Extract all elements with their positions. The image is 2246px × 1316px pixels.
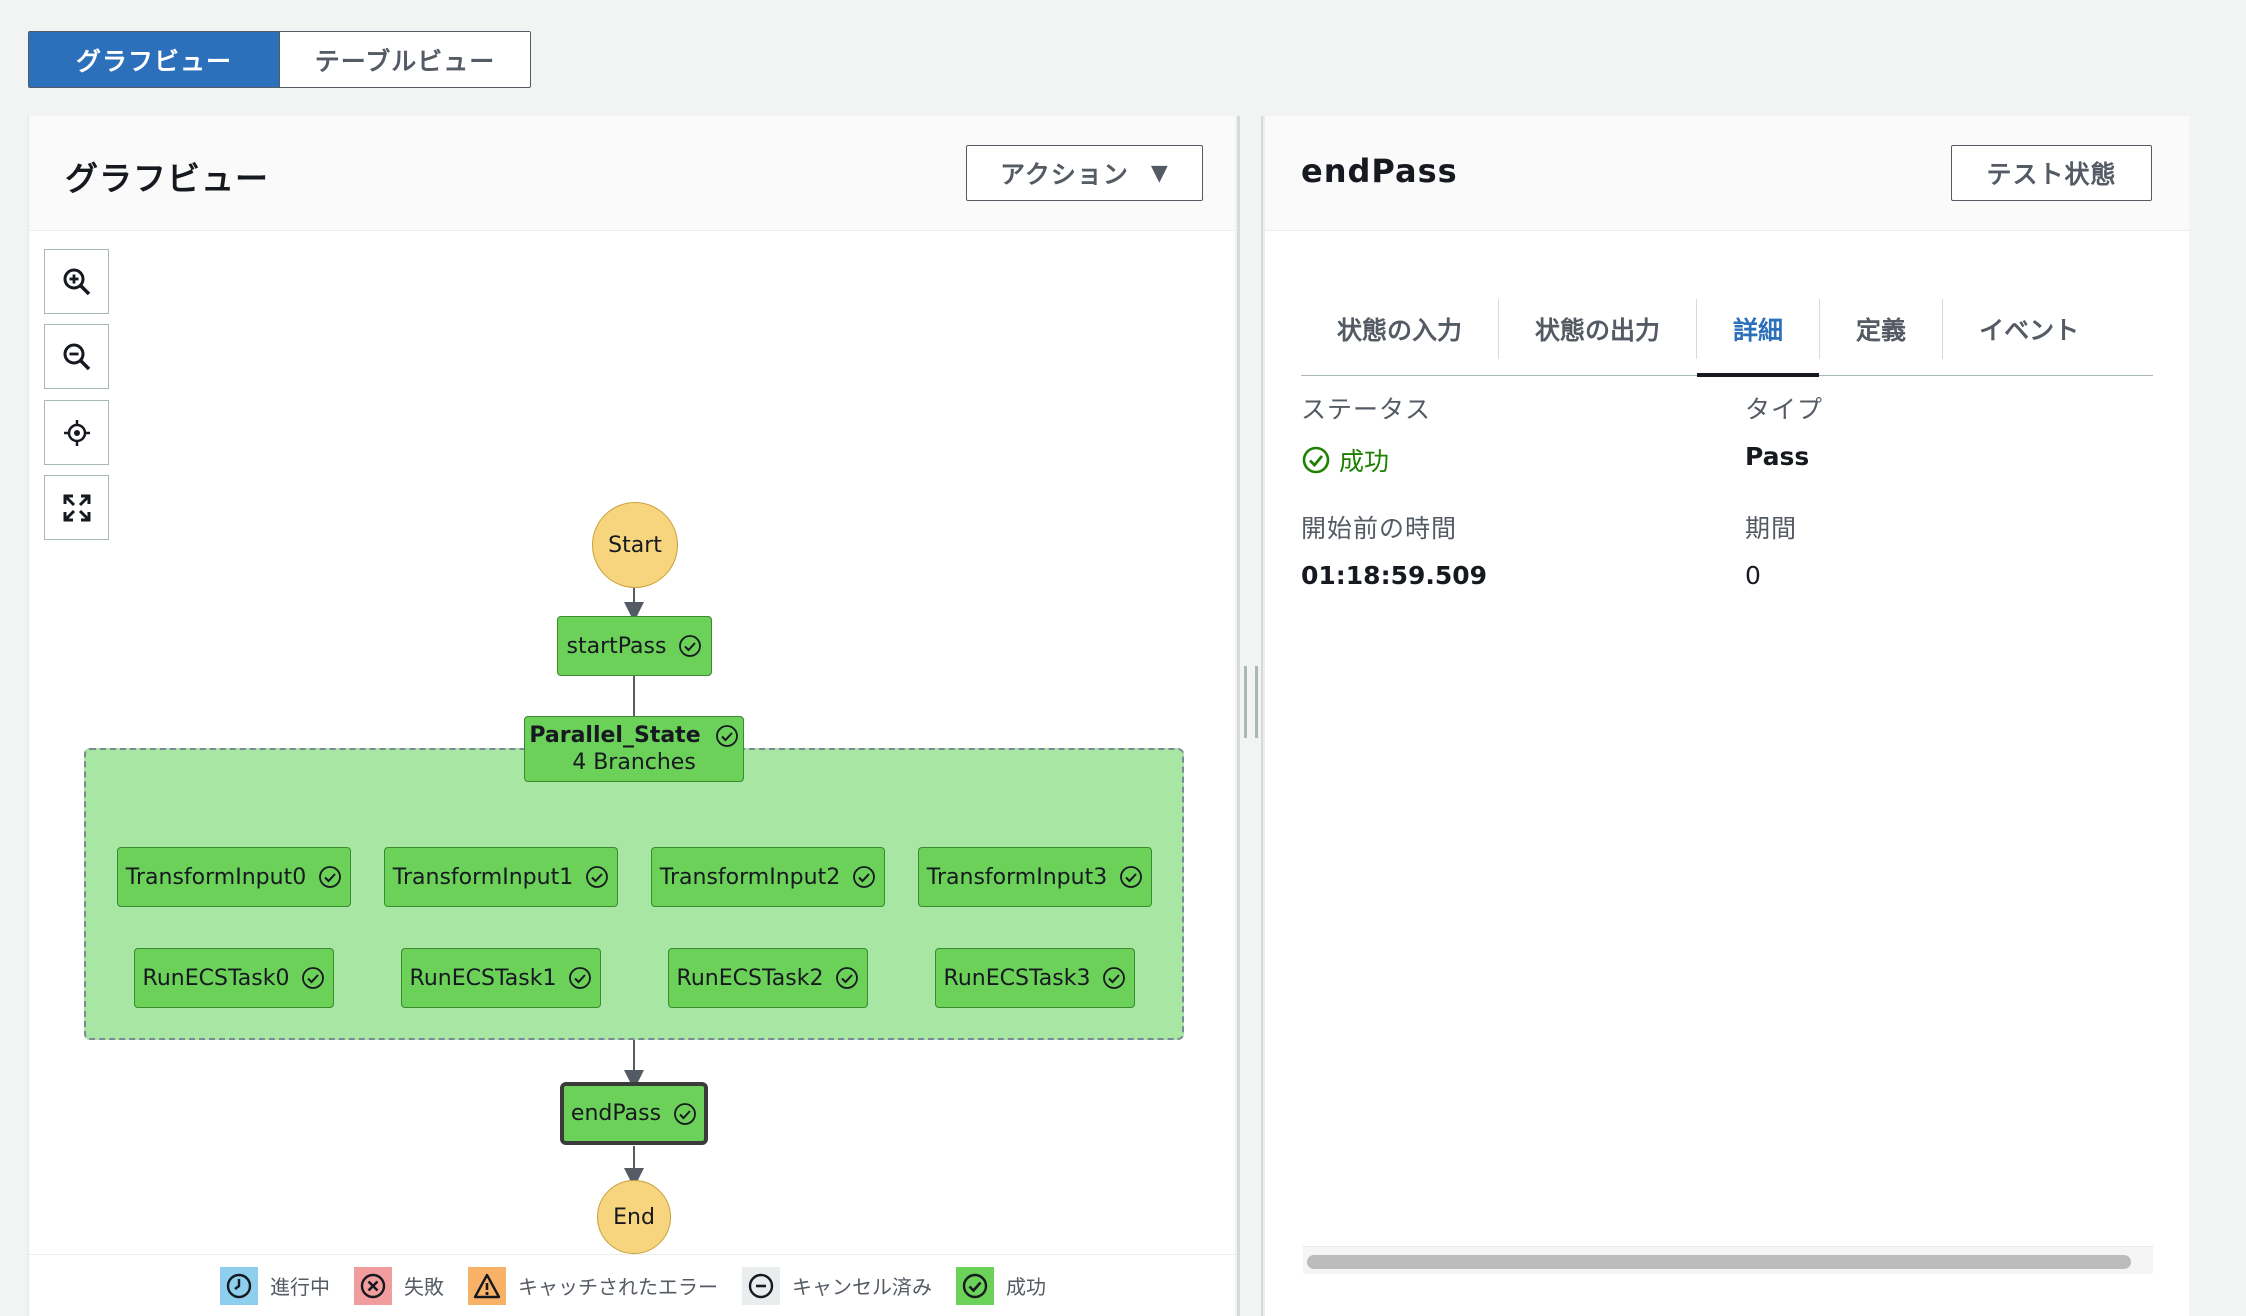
check-circle-icon [836, 967, 859, 989]
caret-down-icon: ▼ [1150, 160, 1169, 186]
parallel-name: Parallel_State [529, 723, 701, 748]
status-legend: 進行中 失敗 キャッチされたエラー キャンセル済み 成功 [29, 1254, 1237, 1316]
run-ecs-task-node[interactable]: RunECSTask2 [668, 948, 868, 1008]
run-ecs-task-node[interactable]: RunECSTask0 [134, 948, 334, 1008]
minus-circle-icon [742, 1266, 780, 1305]
node-label: TransformInput1 [392, 864, 574, 890]
tab-state-input[interactable]: 状態の入力 [1301, 298, 1500, 359]
transform-input-node[interactable]: TransformInput2 [651, 847, 885, 907]
tab-events[interactable]: イベント [1943, 299, 2115, 359]
warning-icon [468, 1266, 506, 1305]
details-tabs: 状態の入力 状態の出力 詳細 定義 イベント [1301, 282, 2153, 377]
check-circle-icon [679, 635, 702, 657]
type-label: タイプ [1745, 395, 1824, 424]
tab-state-output[interactable]: 状態の出力 [1499, 298, 1698, 359]
transform-input-node[interactable]: TransformInput3 [918, 847, 1152, 907]
status-value: 成功 [1301, 442, 1431, 478]
node-label: RunECSTask3 [943, 965, 1091, 991]
check-circle-icon [569, 967, 592, 989]
details-panel: endPass テスト状態 状態の入力 状態の出力 詳細 定義 イベント ステー… [1263, 116, 2189, 1316]
check-circle-icon [1103, 967, 1126, 989]
parallel-branches-count: 4 Branches [572, 750, 696, 775]
start-time-value: 01:18:59.509 [1301, 561, 1488, 590]
duration-value: 0 [1745, 561, 1761, 590]
legend-in-progress: 進行中 [220, 1266, 330, 1305]
check-circle-icon [319, 866, 342, 888]
run-ecs-task-node[interactable]: RunECSTask1 [401, 948, 601, 1008]
start-label: Start [608, 532, 662, 558]
start-pass-node[interactable]: startPass [557, 616, 712, 676]
legend-succeeded: 成功 [956, 1266, 1046, 1305]
node-label: TransformInput0 [125, 864, 307, 890]
status-field: ステータス 成功 [1301, 390, 1431, 478]
start-time-label: 開始前の時間 [1301, 514, 1458, 543]
check-circle-icon [715, 724, 738, 747]
view-toggle: グラフビュー テーブルビュー [28, 31, 531, 88]
node-label: endPass [570, 1101, 662, 1126]
check-circle-icon [302, 967, 325, 989]
test-state-button[interactable]: テスト状態 [1951, 145, 2152, 201]
type-value: Pass [1745, 442, 1810, 471]
legend-label: 進行中 [270, 1275, 330, 1299]
duration-label: 期間 [1745, 514, 1798, 543]
node-label: TransformInput3 [926, 864, 1108, 890]
scrollbar-thumb[interactable] [1307, 1255, 2131, 1269]
node-label: TransformInput2 [659, 864, 841, 890]
node-label: RunECSTask2 [676, 965, 824, 991]
table-view-tab[interactable]: テーブルビュー [280, 32, 530, 87]
run-ecs-task-node[interactable]: RunECSTask3 [935, 948, 1135, 1008]
check-circle-icon [1120, 866, 1143, 888]
actions-label: アクション [1000, 160, 1129, 189]
clock-icon [220, 1266, 258, 1305]
legend-label: 成功 [1006, 1275, 1046, 1299]
start-time-field: 開始前の時間 01:18:59.509 [1301, 509, 1487, 590]
x-circle-icon [354, 1266, 392, 1305]
end-pass-node[interactable]: endPass [560, 1082, 708, 1145]
state-machine-graph: Start startPass Parallel_State 4 Branche… [29, 232, 1237, 1254]
panel-divider [1237, 116, 1240, 1316]
tab-details[interactable]: 詳細 [1697, 298, 1821, 377]
graph-view-tab[interactable]: グラフビュー [29, 32, 280, 87]
graph-panel: グラフビュー アクション ▼ Start startPass Parallel_… [27, 116, 1237, 1316]
actions-dropdown[interactable]: アクション ▼ [966, 145, 1203, 201]
resize-handle[interactable] [1244, 666, 1258, 738]
check-circle-icon [586, 866, 609, 888]
transform-input-node[interactable]: TransformInput0 [117, 847, 351, 907]
legend-label: キャッチされたエラー [518, 1275, 718, 1299]
node-label: RunECSTask0 [142, 965, 290, 991]
node-label: startPass [566, 633, 667, 659]
start-node[interactable]: Start [592, 502, 678, 588]
check-circle-icon [674, 1102, 696, 1125]
node-label: RunECSTask1 [409, 965, 557, 991]
legend-cancelled: キャンセル済み [742, 1266, 932, 1305]
end-node[interactable]: End [597, 1180, 671, 1254]
check-circle-icon [853, 866, 876, 888]
graph-panel-title: グラフビュー [65, 159, 269, 198]
details-panel-header: endPass テスト状態 [1265, 116, 2189, 231]
horizontal-scrollbar[interactable] [1303, 1246, 2153, 1274]
duration-field: 期間 0 [1745, 509, 1797, 590]
legend-caught-error: キャッチされたエラー [468, 1266, 718, 1305]
status-label: ステータス [1301, 395, 1432, 424]
end-label: End [613, 1204, 655, 1230]
legend-label: キャンセル済み [792, 1275, 932, 1299]
parallel-state-node[interactable]: Parallel_State 4 Branches [524, 716, 744, 782]
success-check-icon [1302, 446, 1330, 474]
selected-state-title: endPass [1301, 152, 1458, 190]
legend-failed: 失敗 [354, 1266, 444, 1305]
legend-label: 失敗 [404, 1275, 444, 1299]
check-circle-icon [956, 1266, 994, 1305]
graph-panel-header: グラフビュー アクション ▼ [29, 116, 1235, 231]
type-field: タイプ Pass [1745, 390, 1823, 471]
status-text: 成功 [1339, 447, 1390, 476]
transform-input-node[interactable]: TransformInput1 [384, 847, 618, 907]
tab-definition[interactable]: 定義 [1820, 298, 1944, 359]
